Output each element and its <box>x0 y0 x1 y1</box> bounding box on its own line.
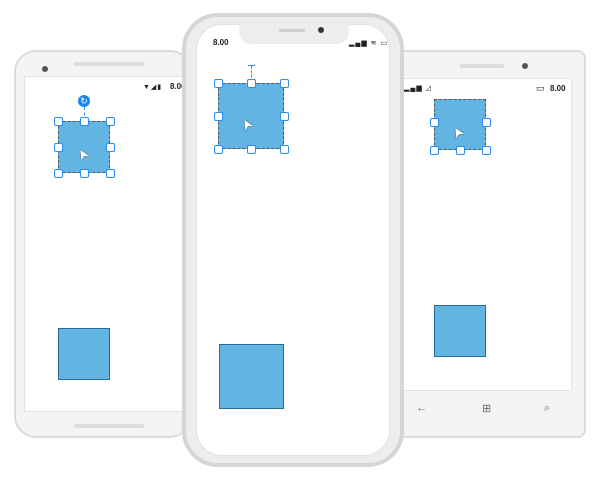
iphone-time: 8.00 <box>213 38 229 47</box>
iphone-speaker <box>279 29 305 32</box>
iphone-notch <box>239 24 349 44</box>
rectangle-android[interactable] <box>58 328 110 380</box>
home-button[interactable]: ⊞ <box>482 402 491 415</box>
resize-handle[interactable] <box>106 117 115 126</box>
resize-handle[interactable] <box>456 146 465 155</box>
rectangle-windows[interactable] <box>434 305 486 357</box>
resize-handle[interactable] <box>80 117 89 126</box>
resize-handle[interactable] <box>247 79 256 88</box>
resize-handle[interactable] <box>80 169 89 178</box>
resize-handle[interactable] <box>54 143 63 152</box>
resize-handle[interactable] <box>482 118 491 127</box>
resize-handle[interactable] <box>106 169 115 178</box>
battery-icon: ▭ <box>536 83 546 93</box>
resize-handle[interactable] <box>214 79 223 88</box>
resize-handle[interactable] <box>54 117 63 126</box>
resize-handle[interactable] <box>280 79 289 88</box>
iphone-status-icons: ▂▄▆ ≋ ▭ <box>349 40 389 47</box>
resize-handle[interactable] <box>54 169 63 178</box>
android-status-icons: ▼◢▮ <box>143 84 163 91</box>
resize-handle[interactable] <box>482 146 491 155</box>
windows-status-icons: ▂▄▆ ◿ <box>404 85 433 92</box>
resize-handle[interactable] <box>430 118 439 127</box>
windows-time: 8.00 <box>550 84 566 93</box>
android-camera <box>42 66 48 72</box>
resize-handle[interactable] <box>106 143 115 152</box>
iphone-camera <box>318 27 324 33</box>
resize-handle[interactable] <box>280 145 289 154</box>
resize-handle[interactable] <box>214 145 223 154</box>
android-bottom-bar <box>74 424 144 428</box>
windows-speaker <box>460 64 504 68</box>
resize-handle[interactable] <box>430 146 439 155</box>
back-button[interactable]: ← <box>416 402 427 414</box>
resize-handle[interactable] <box>247 145 256 154</box>
search-button[interactable]: ⌕ <box>544 402 550 415</box>
windows-camera <box>522 63 528 69</box>
resize-handle[interactable] <box>280 112 289 121</box>
rotate-handle-icon[interactable]: ↻ <box>78 95 90 107</box>
rectangle-iphone[interactable] <box>219 344 284 409</box>
android-speaker <box>74 62 144 66</box>
resize-handle[interactable] <box>214 112 223 121</box>
